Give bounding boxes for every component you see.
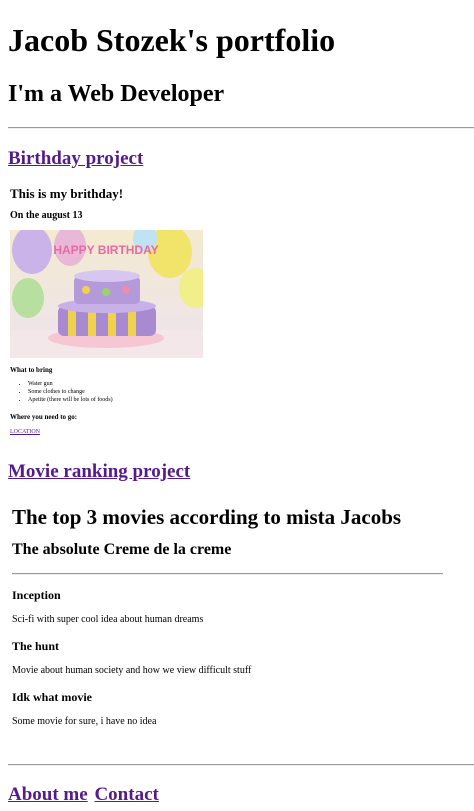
movie-description: Sci-fi with super cool idea about human …: [12, 614, 204, 625]
cake-topper-text: HAPPY BIRTHDAY: [53, 243, 158, 257]
divider: [8, 127, 474, 129]
about-me-link[interactable]: About me: [8, 784, 88, 805]
where-label: Where you need to go:: [10, 413, 78, 421]
bring-list: Water gun Some clothes to change Apetite…: [10, 380, 113, 404]
birthday-date: On the august 13: [10, 210, 83, 221]
bottom-nav: About me Contact: [8, 784, 161, 806]
movie-name: The hunt: [12, 639, 60, 653]
page-subtitle: I'm a Web Developer: [8, 81, 225, 107]
list-item: Some clothes to change: [28, 388, 113, 396]
what-to-bring-label: What to bring: [10, 366, 53, 374]
list-item: Water gun: [28, 380, 113, 388]
movie-name: Idk what movie: [12, 690, 93, 704]
movie-ranking-project-link[interactable]: Movie ranking project: [8, 461, 190, 483]
location-link[interactable]: LOCATION: [10, 429, 40, 435]
movie-name: Inception: [12, 588, 61, 602]
birthday-heading: This is my brithday!: [10, 186, 124, 201]
divider: [12, 573, 443, 575]
list-item: Apetite (there will be lots of foods): [28, 396, 113, 404]
movie-ranking-title: The top 3 movies according to mista Jaco…: [12, 505, 402, 529]
birthday-cake-image: HAPPY BIRTHDAY: [10, 230, 203, 358]
movie-description: Movie about human society and how we vie…: [12, 665, 252, 676]
contact-link[interactable]: Contact: [94, 784, 158, 805]
birthday-project-link[interactable]: Birthday project: [8, 148, 143, 170]
movie-ranking-subtitle: The absolute Creme de la creme: [12, 541, 232, 558]
page-title: Jacob Stozek's portfolio: [8, 22, 336, 58]
divider: [8, 764, 474, 766]
movie-description: Some movie for sure, i have no idea: [12, 716, 157, 727]
